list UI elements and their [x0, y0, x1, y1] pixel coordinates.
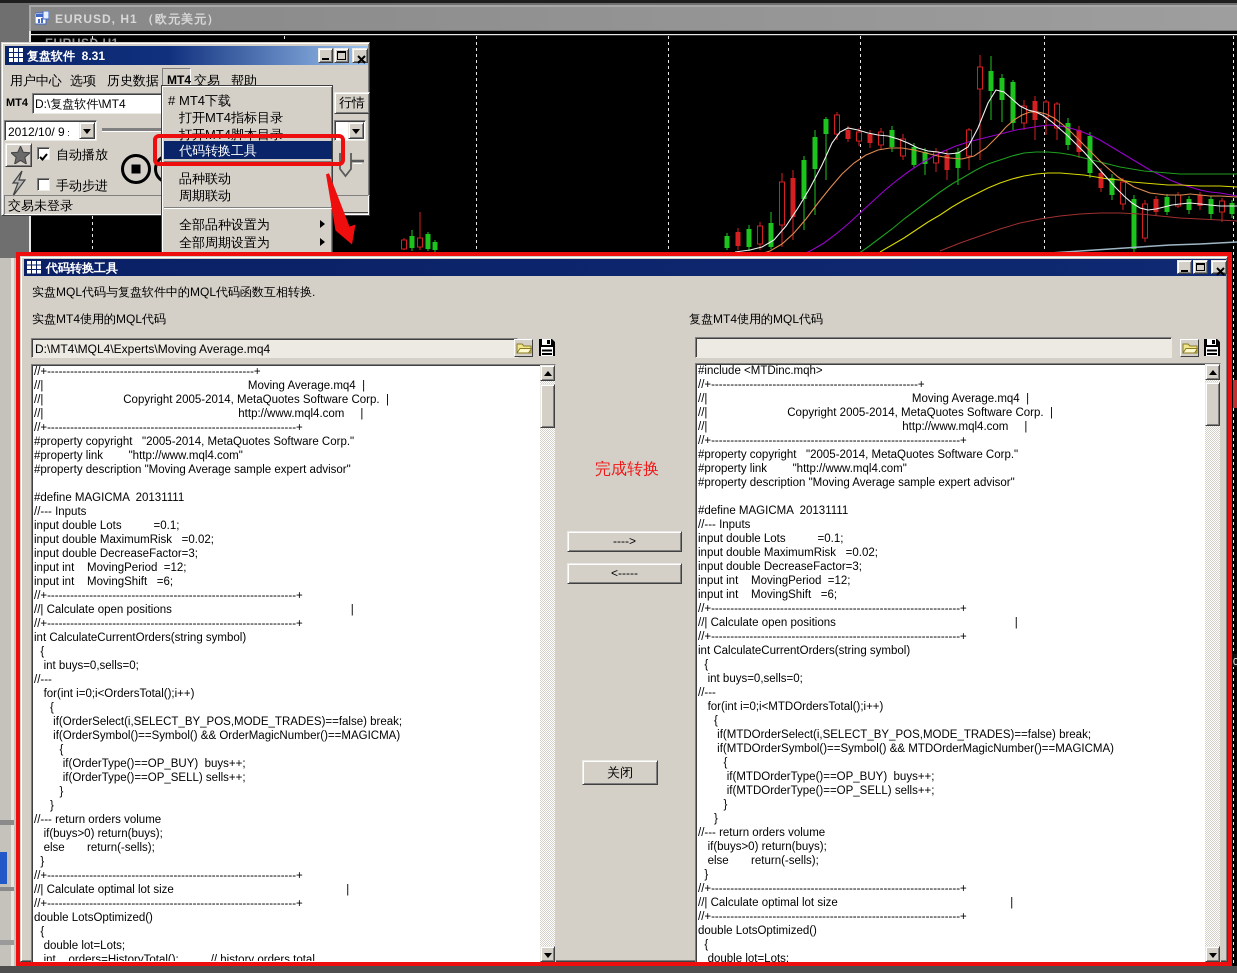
svg-text:0: 0 — [1233, 655, 1237, 668]
